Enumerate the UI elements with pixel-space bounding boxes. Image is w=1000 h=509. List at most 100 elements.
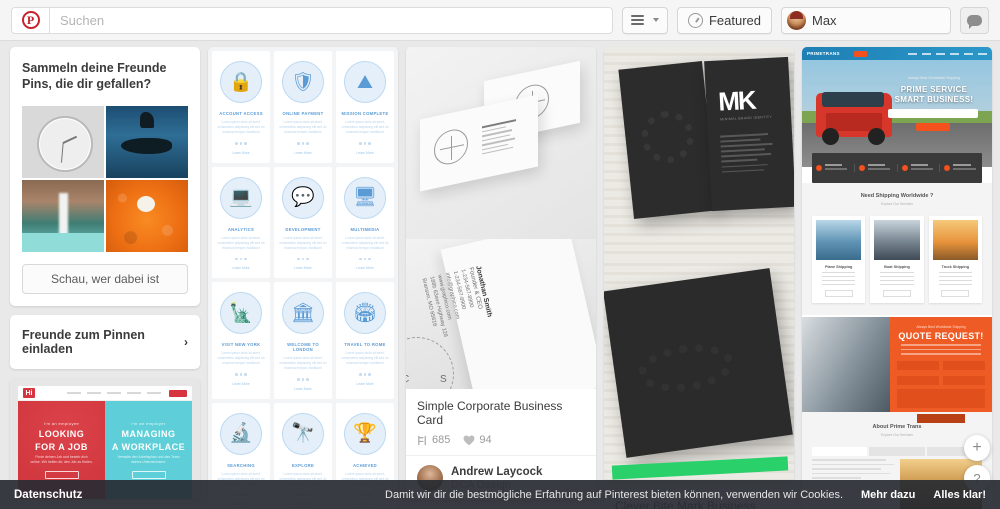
invite-friends-label: Freunde zum Pinnen einladen bbox=[22, 328, 145, 356]
icon-card-label: ONLINE PAYMENT bbox=[282, 111, 324, 116]
shipping-nav-cta bbox=[853, 50, 867, 57]
pinterest-logo-button[interactable]: P bbox=[11, 6, 49, 34]
shipping-hero: PRIMETRANS Always Best Worldwide Shippin… bbox=[802, 47, 992, 167]
quote-field-name bbox=[897, 360, 939, 370]
embossed-bite-mark-icon bbox=[639, 108, 697, 166]
thumb-pumpkin-food[interactable] bbox=[106, 180, 188, 252]
service-card-row: Plane Shipping Boat Shipping Truck Shipp… bbox=[812, 216, 982, 303]
cookie-consent-bar: Datenschutz Damit wir dir die bestmöglic… bbox=[0, 480, 1000, 509]
track-button bbox=[916, 123, 950, 131]
privacy-link[interactable]: Datenschutz bbox=[14, 489, 82, 501]
pinterest-page: P Featured Max Sammeln deine Freunde Pin… bbox=[0, 0, 1000, 509]
user-menu-button[interactable]: Max bbox=[781, 6, 951, 34]
business-card-photo-top bbox=[406, 47, 596, 239]
pin-shipping-website[interactable]: PRIMETRANS Always Best Worldwide Shippin… bbox=[802, 47, 992, 509]
quote-truck-photo bbox=[802, 317, 890, 412]
hero-nav-links bbox=[67, 392, 161, 394]
icon-card-learn-more: Learn More bbox=[356, 381, 374, 386]
green-painted-edge bbox=[611, 456, 789, 480]
shipping-services-section: Need Shipping Worldwide ? Explore Our Se… bbox=[802, 183, 992, 315]
icon-card: ⛰ MISSION COMPLETE Lorem ipsum dolor sit a… bbox=[336, 51, 394, 163]
compass-icon bbox=[687, 12, 703, 28]
grid-column-5: PRIMETRANS Always Best Worldwide Shippin… bbox=[802, 47, 992, 509]
search-input[interactable] bbox=[60, 12, 602, 28]
pin-stats: 685 94 bbox=[417, 434, 585, 446]
icon-card: 🏟 TRAVEL TO ROME Lorem ipsum dolor sit ame… bbox=[336, 282, 394, 399]
featured-label: Featured bbox=[708, 12, 761, 28]
top-header: P Featured Max bbox=[0, 0, 1000, 41]
business-card-text-lines bbox=[482, 117, 526, 155]
icon-card-dots bbox=[278, 378, 328, 381]
shipping-nav-links bbox=[908, 52, 987, 55]
messages-button[interactable] bbox=[960, 6, 989, 34]
about-subtitle: Explore Our Services bbox=[880, 433, 914, 437]
quote-form-pane: Always Best Worldwide Shipping QUOTE REQ… bbox=[890, 317, 992, 423]
pin-flat-icon-set[interactable]: 🔒 ACCOUNT ACCESS Lorem ipsum dolor sit ame… bbox=[208, 47, 398, 509]
add-pin-button[interactable]: + bbox=[964, 435, 990, 461]
cookie-accept-button[interactable]: Alles klar! bbox=[933, 489, 986, 501]
icon-card-glyph: 🏟 bbox=[344, 292, 386, 334]
pinterest-logo-icon: P bbox=[21, 11, 40, 29]
business-card-details: Jonathan Smith Founder & CEO 1-234-567-8… bbox=[421, 265, 495, 339]
like-count: 94 bbox=[479, 434, 492, 446]
hero-left-line1: LOOKING bbox=[38, 429, 85, 439]
shipping-hero-title: PRIME SERVICE SMART BUSINESS! bbox=[886, 85, 982, 105]
user-avatar bbox=[787, 10, 806, 30]
thumb-waterfall[interactable] bbox=[22, 180, 104, 252]
info-warehouse bbox=[855, 164, 898, 172]
pin-simple-corporate-business-card[interactable]: Jonathan Smith Founder & CEO 1-234-567-8… bbox=[406, 47, 596, 500]
about-tab-1 bbox=[869, 447, 925, 456]
search-box[interactable] bbox=[49, 6, 613, 34]
pin-dark-letterpress-card[interactable]: MK MINIMAL BRAND IDENTITY C bbox=[604, 47, 794, 509]
icon-card-text: Lorem ipsum dolor sit amet, consectetur … bbox=[217, 120, 265, 134]
menu-button[interactable] bbox=[621, 6, 668, 34]
grid-column-2: 🔒 ACCOUNT ACCESS Lorem ipsum dolor sit ame… bbox=[208, 47, 398, 509]
icon-card-text: Lorem ipsum dolor sit amet, consectetur … bbox=[341, 235, 389, 250]
pin-meta: Simple Corporate Business Card 685 94 bbox=[406, 389, 596, 456]
hero-right-line2: A WORKPLACE bbox=[111, 442, 186, 452]
icon-card-label: DEVELOPMENT bbox=[285, 226, 321, 232]
grid-column-3: Jonathan Smith Founder & CEO 1-234-567-8… bbox=[406, 47, 596, 509]
icon-card-grid: 🔒 ACCOUNT ACCESS Lorem ipsum dolor sit ame… bbox=[208, 47, 398, 509]
thumb-orca-whale[interactable] bbox=[106, 106, 188, 178]
service-label-1: Boat Shipping bbox=[884, 265, 910, 269]
chat-bubble-icon bbox=[967, 14, 982, 29]
icon-card-glyph: 🔭 bbox=[282, 412, 324, 455]
services-subtitle: Explore Our Services bbox=[880, 202, 914, 206]
icon-card-label: EXPLORE bbox=[291, 462, 315, 468]
featured-button[interactable]: Featured bbox=[676, 6, 772, 34]
icon-card-label: TRAVEL TO ROME bbox=[344, 342, 386, 347]
about-tab-0 bbox=[812, 447, 868, 456]
icon-card-learn-more: Learn More bbox=[294, 150, 312, 155]
quote-request-section: Always Best Worldwide Shipping QUOTE REQ… bbox=[802, 317, 992, 423]
invite-thumbnails bbox=[22, 106, 188, 252]
services-title: Need Shipping Worldwide ? bbox=[860, 193, 934, 199]
dark-card-photo-top: MK MINIMAL BRAND IDENTITY bbox=[604, 47, 794, 257]
dark-card-right: MK MINIMAL BRAND IDENTITY bbox=[704, 56, 794, 212]
grid-column-4: MK MINIMAL BRAND IDENTITY C bbox=[604, 47, 794, 509]
shipping-hero-line1: PRIME SERVICE bbox=[900, 85, 968, 94]
dark-card-lines bbox=[707, 118, 794, 174]
invite-card-title: Sammeln deine Freunde Pins, die dir gefa… bbox=[22, 61, 167, 91]
repin-stat: 685 bbox=[417, 434, 450, 446]
cookie-more-link[interactable]: Mehr dazu bbox=[861, 489, 915, 501]
see-who-is-here-button[interactable]: Schau, wer dabei ist bbox=[22, 264, 188, 294]
dark-card-monogram: MK bbox=[717, 84, 756, 117]
icon-card: 💬 DEVELOPMENT Lorem ipsum dolor sit amet, … bbox=[274, 166, 332, 278]
shipping-brand: PRIMETRANS bbox=[807, 51, 840, 56]
invite-friends-card: Sammeln deine Freunde Pins, die dir gefa… bbox=[10, 47, 200, 306]
quote-field-message bbox=[897, 388, 985, 408]
icon-card-glyph: 🔬 bbox=[220, 412, 262, 455]
icon-card-glyph: 💻 bbox=[220, 176, 262, 219]
icon-card-learn-more: Learn More bbox=[232, 150, 250, 155]
quote-field-lastname bbox=[897, 375, 939, 385]
invite-friends-link[interactable]: Freunde zum Pinnen einladen › bbox=[10, 315, 200, 369]
repin-icon bbox=[418, 435, 426, 445]
icon-card-learn-more: Learn More bbox=[294, 266, 312, 270]
about-title: About Prime Trans bbox=[872, 424, 922, 430]
pin-grid: Sammeln deine Freunde Pins, die dir gefa… bbox=[0, 41, 1000, 509]
dark-card-photo-bottom bbox=[604, 257, 794, 489]
icon-card-text: Lorem ipsum dolor sit amet, consectetur … bbox=[217, 235, 265, 250]
icon-card-glyph: 🖥 bbox=[344, 176, 386, 219]
thumb-wall-clock[interactable] bbox=[22, 106, 104, 178]
